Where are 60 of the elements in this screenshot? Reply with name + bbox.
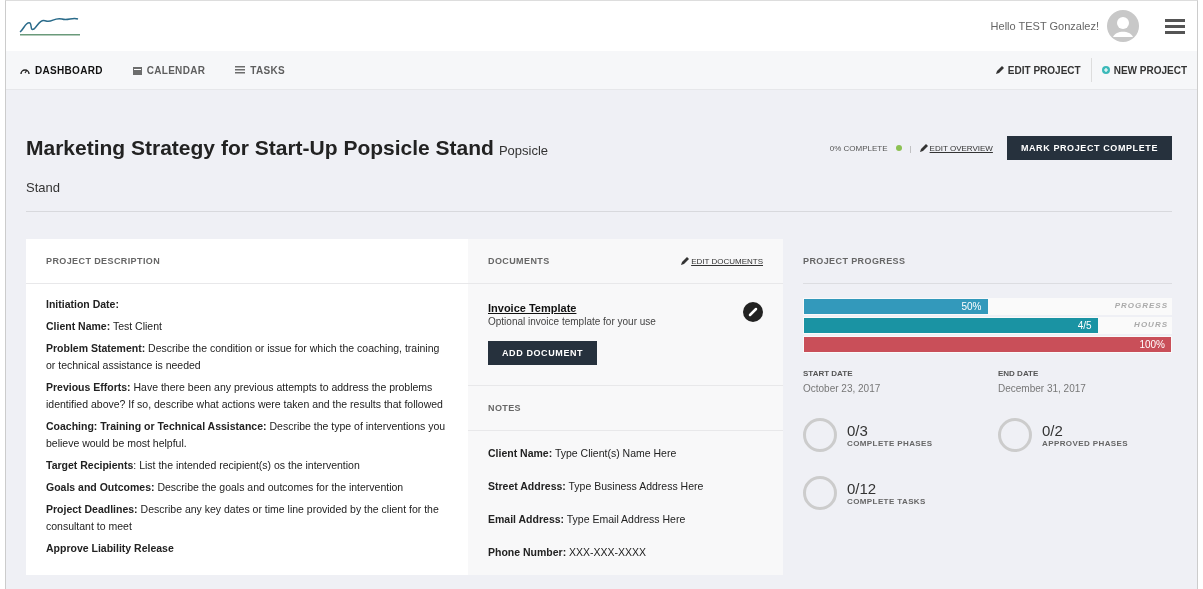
pencil-icon xyxy=(995,66,1004,74)
date-label: START DATE xyxy=(803,369,854,378)
list-icon xyxy=(235,66,246,74)
completion-text: 0% COMPLETE xyxy=(829,143,888,153)
description-paragraph: Problem Statement: Describe the condition or issue for which the coaching, training or technical assistance is needed xyxy=(46,341,441,373)
bar-value: 100% xyxy=(1139,339,1165,350)
bar-label: HOURS xyxy=(1134,320,1168,329)
card-heading: DOCUMENTS xyxy=(488,256,550,266)
stat-count: 0/2 xyxy=(1042,422,1064,439)
bar-value: 4/5 xyxy=(1077,320,1092,331)
edit-documents-link[interactable]: EDIT DOCUMENTS xyxy=(681,256,763,266)
plus-circle-icon xyxy=(1101,66,1110,74)
gauge-icon xyxy=(20,66,30,74)
add-document-button[interactable]: ADD DOCUMENT xyxy=(488,341,598,365)
note-line: Client Name: Type Client(s) Name Here xyxy=(488,446,678,461)
description-paragraph: Previous Efforts: Have there been any previous attempts to address the problems identified above? If so, describe what actions were taken and the results that followed xyxy=(46,380,444,412)
pencil-icon xyxy=(681,257,690,265)
date-label: END DATE xyxy=(998,369,1040,378)
document-link[interactable]: Invoice Template xyxy=(488,302,656,314)
mark-complete-button[interactable]: MARK PROJECT COMPLETE xyxy=(1006,136,1172,160)
edit-overview-link[interactable]: EDIT OVERVIEW xyxy=(919,143,993,153)
bar-value: 50% xyxy=(961,301,982,312)
nav-tab[interactable]: TASKS xyxy=(235,64,285,76)
separator-text: | xyxy=(909,143,912,153)
document-description: Optional invoice template for your use xyxy=(488,316,656,327)
note-line: Phone Number: XXX-XXX-XXXX xyxy=(488,545,648,560)
description-paragraph: Coaching: Training or Technical Assistance: Describe the type of interventions you believe would be most helpful. xyxy=(46,419,447,451)
description-paragraph: Initiation Date: xyxy=(46,297,120,312)
description-paragraph: Approve Liability Release xyxy=(46,541,175,556)
greeting-text: Hello TEST Gonzalez! xyxy=(990,20,1099,32)
stat-count: 0/12 xyxy=(847,480,878,497)
calendar-icon xyxy=(132,65,142,75)
stat-label: COMPLETE PHASES xyxy=(847,439,933,448)
bar-label: PROGRESS xyxy=(1114,301,1168,310)
stat-label: COMPLETE TASKS xyxy=(847,497,926,506)
note-line: Street Address: Type Business Address Here xyxy=(488,479,705,494)
description-paragraph: Project Deadlines: Describe any key dates or time line provided by the client for the consultant to meet xyxy=(46,502,440,534)
date-value: October 23, 2017 xyxy=(803,383,882,394)
pencil-icon xyxy=(919,144,928,152)
nav-tab[interactable]: CALENDAR xyxy=(132,64,206,76)
stat-count: 0/3 xyxy=(847,422,869,439)
description-paragraph: Target Recipients: List the intended recipient(s) os the intervention xyxy=(46,458,361,473)
ring-icon xyxy=(998,418,1032,452)
project-title: Marketing Strategy for Start-Up Popsicle Stand Popsicle Stand xyxy=(26,135,550,197)
description-paragraph: Goals and Outcomes: Describe the goals and outcomes for the intervention xyxy=(46,480,405,495)
date-value: December 31, 2017 xyxy=(998,383,1087,394)
nav-action-link[interactable]: NEW PROJECT xyxy=(1090,58,1197,82)
card-heading: PROJECT DESCRIPTION xyxy=(46,256,161,266)
menu-icon[interactable] xyxy=(1165,18,1185,34)
logo-icon xyxy=(18,15,82,37)
ring-icon xyxy=(803,418,837,452)
ring-icon xyxy=(803,476,837,510)
nav-action-link[interactable]: EDIT PROJECT xyxy=(985,58,1091,82)
description-paragraph: Client Name: Test Client xyxy=(46,319,163,334)
note-line: Email Address: Type Email Address Here xyxy=(488,512,687,527)
card-heading: PROJECT PROGRESS xyxy=(803,256,906,266)
stat-label: APPROVED PHASES xyxy=(1042,439,1129,448)
card-heading: NOTES xyxy=(488,403,521,413)
status-dot xyxy=(895,145,902,151)
nav-tab[interactable]: DASHBOARD xyxy=(20,64,103,76)
